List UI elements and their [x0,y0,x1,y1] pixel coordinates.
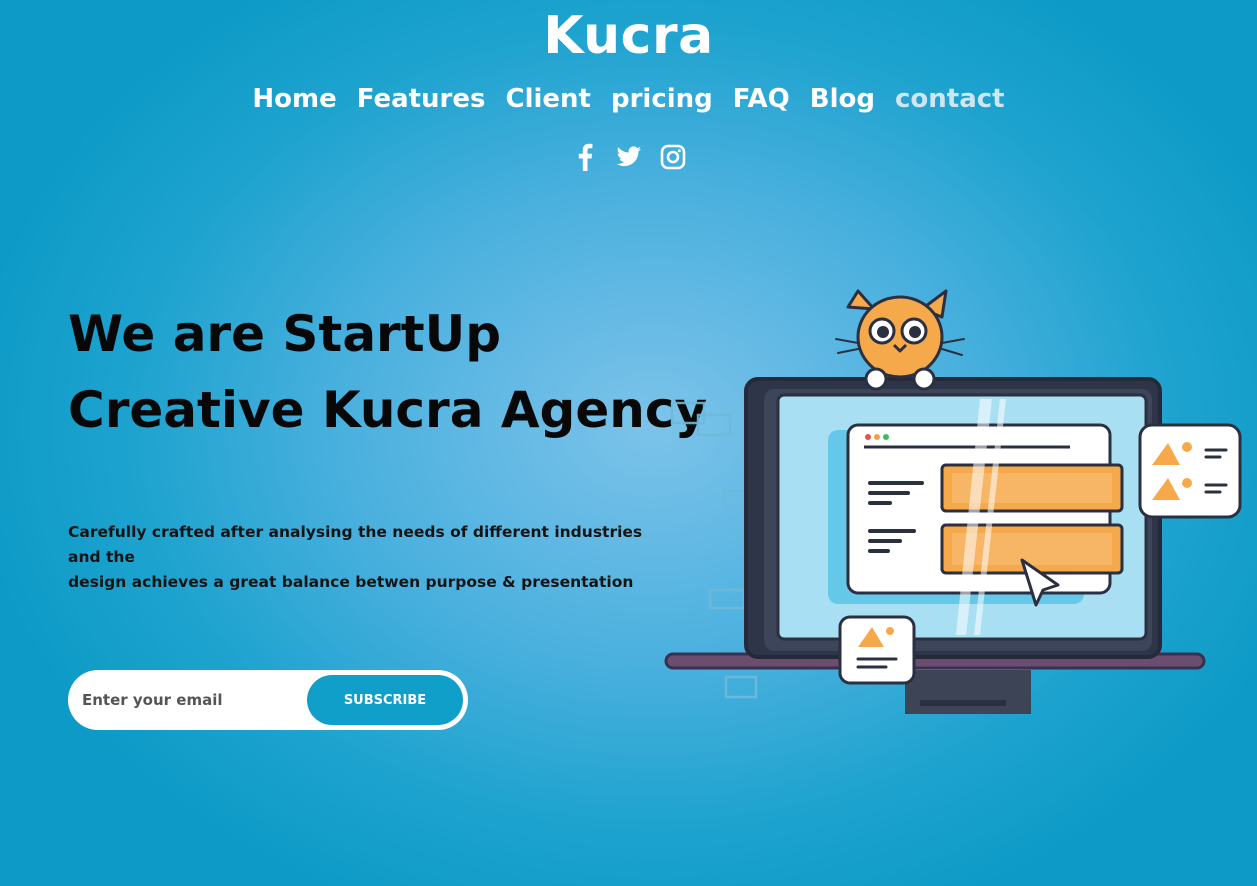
hero-title-line1: We are StartUp [68,305,502,363]
twitter-icon[interactable] [616,142,642,172]
nav-blog[interactable]: Blog [810,84,875,114]
nav-contact[interactable]: contact [895,84,1005,114]
nav-pricing[interactable]: pricing [611,84,713,114]
facebook-icon[interactable] [572,142,598,172]
nav-client[interactable]: Client [506,84,591,114]
cat-mascot-icon [835,289,965,391]
brand-logo[interactable]: Kucra [0,6,1257,66]
main-nav: Home Features Client pricing FAQ Blog co… [0,84,1257,114]
monitor-stand [905,670,1031,714]
instagram-icon[interactable] [660,142,686,172]
nav-faq[interactable]: FAQ [733,84,790,114]
nav-features[interactable]: Features [357,84,486,114]
floating-card-right [1138,423,1242,519]
email-input[interactable] [82,691,302,709]
subscribe-button[interactable]: SUBSCRIBE [307,675,463,725]
nav-home[interactable]: Home [252,84,336,114]
social-links [0,142,1257,172]
subscribe-form: SUBSCRIBE [68,670,468,730]
hero-title: We are StartUp Creative Kucra Agency [68,296,707,448]
hero-description: Carefully crafted after analysing the ne… [68,520,678,595]
hero-description-line2: design achieves a great balance betwen p… [68,573,634,591]
hero-description-line1: Carefully crafted after analysing the ne… [68,523,643,566]
hero-illustration [664,289,1242,714]
floating-card-bottom [838,615,916,685]
hero-title-line2: Creative Kucra Agency [68,381,708,439]
